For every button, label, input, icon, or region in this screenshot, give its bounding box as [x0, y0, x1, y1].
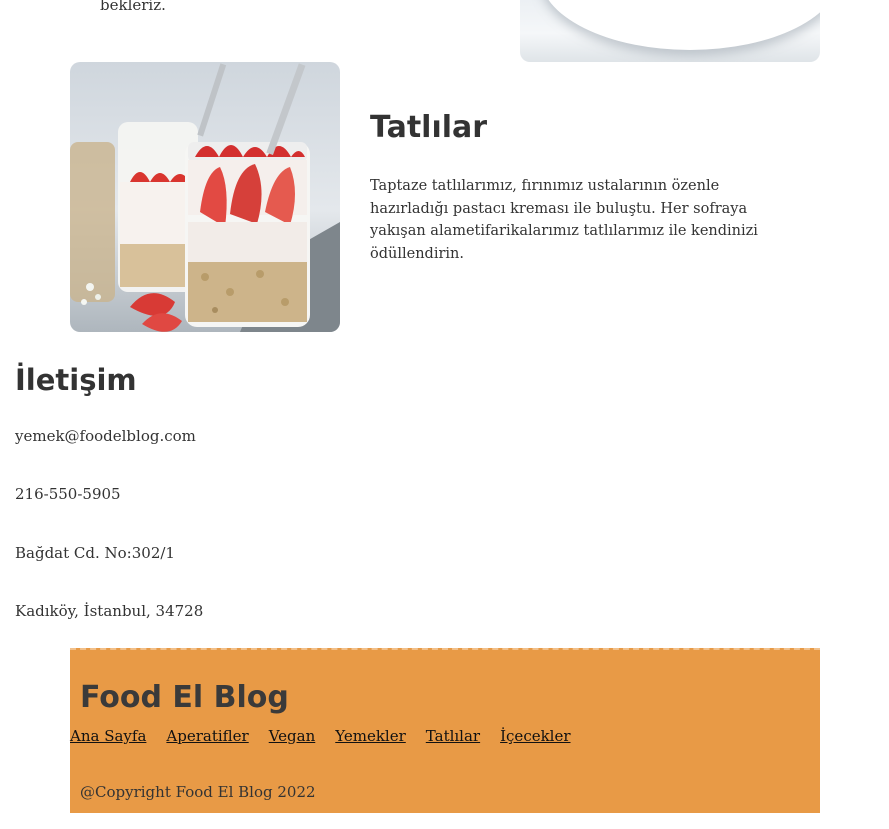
footer: Food El Blog Ana Sayfa Aperatifler Vegan…	[70, 648, 820, 813]
previous-section-text: bekleriz.	[100, 0, 166, 14]
footer-link-meals[interactable]: Yemekler	[335, 726, 406, 746]
footer-copyright: @Copyright Food El Blog 2022	[80, 783, 316, 801]
contact-phone: 216-550-5905	[15, 485, 121, 503]
contact-email: yemek@foodelblog.com	[15, 427, 196, 445]
footer-title: Food El Blog	[80, 680, 289, 715]
desserts-title: Tatlılar	[370, 110, 488, 145]
footer-link-home[interactable]: Ana Sayfa	[70, 726, 146, 746]
previous-section-image	[520, 0, 820, 62]
contact-address-line2: Kadıköy, İstanbul, 34728	[15, 602, 204, 620]
footer-link-appetizers[interactable]: Aperatifler	[166, 726, 248, 746]
plate-shape	[540, 0, 820, 50]
parfait-illustration	[70, 63, 340, 332]
footer-nav: Ana Sayfa Aperatifler Vegan Yemekler Tat…	[70, 726, 571, 746]
contact-address-line1: Bağdat Cd. No:302/1	[15, 544, 175, 562]
footer-link-vegan[interactable]: Vegan	[269, 726, 316, 746]
footer-link-desserts[interactable]: Tatlılar	[426, 726, 480, 746]
contact-title: İletişim	[15, 363, 137, 397]
footer-link-drinks[interactable]: İçecekler	[500, 726, 570, 746]
desserts-description: Taptaze tatlılarımız, fırınımız ustaları…	[370, 178, 758, 262]
dessert-image	[70, 62, 340, 332]
